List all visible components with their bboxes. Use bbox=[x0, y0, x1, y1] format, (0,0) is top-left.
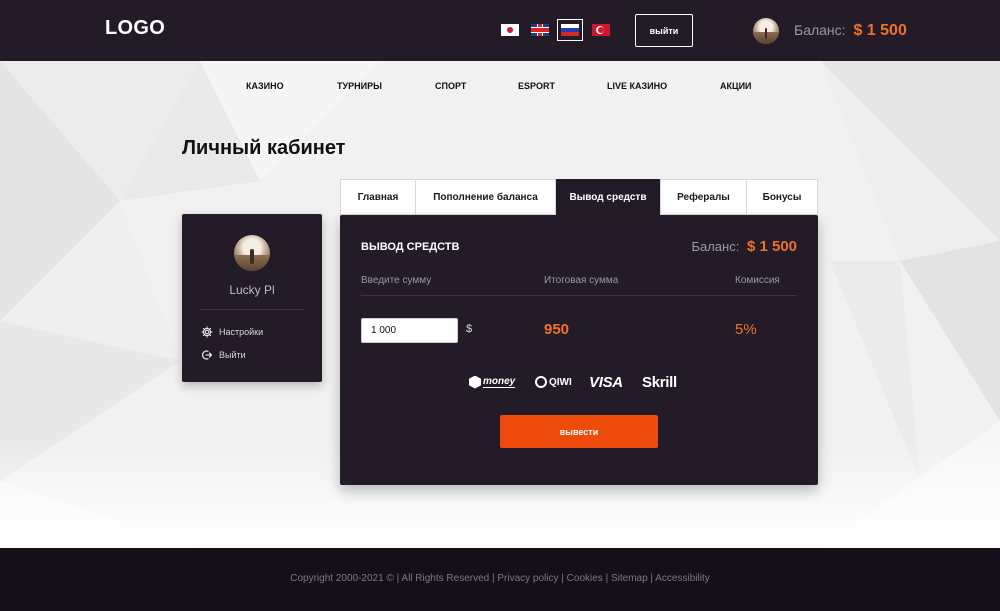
footer-copyright: Copyright 2000-2021 © | All Rights Reser… bbox=[290, 573, 498, 584]
tab-bonuses[interactable]: Бонусы bbox=[746, 179, 818, 215]
profile-divider bbox=[200, 309, 304, 310]
profile-logout-link[interactable]: Выйти bbox=[201, 348, 246, 362]
qiwi-label: QIWI bbox=[549, 376, 572, 388]
turkey-flag-icon bbox=[592, 24, 610, 36]
settings-link[interactable]: Настройки bbox=[201, 325, 263, 339]
footer: Copyright 2000-2021 © | All Rights Reser… bbox=[0, 548, 1000, 611]
skrill-payment-option[interactable]: Skrill bbox=[642, 372, 677, 392]
nav-item-promotions[interactable]: АКЦИИ bbox=[720, 81, 752, 91]
nav-item-casino[interactable]: КАЗИНО bbox=[246, 81, 284, 91]
gear-icon bbox=[201, 326, 213, 338]
yoomoney-icon bbox=[469, 375, 481, 389]
main-nav: КАЗИНО ТУРНИРЫ СПОРТ ESPORT LIVE КАЗИНО … bbox=[0, 81, 1000, 95]
site-logo[interactable]: LOGO bbox=[105, 17, 165, 40]
language-ja[interactable] bbox=[498, 19, 522, 41]
page-title: Личный кабинет bbox=[182, 137, 346, 159]
tab-referrals[interactable]: Рефералы bbox=[660, 179, 747, 215]
header-logout-button[interactable]: выйти bbox=[635, 14, 693, 47]
profile-name: Lucky Pl bbox=[229, 283, 275, 297]
nav-item-live-casino[interactable]: LIVE КАЗИНО bbox=[607, 81, 667, 91]
yoomoney-payment-option[interactable]: money bbox=[469, 372, 516, 392]
currency-symbol: $ bbox=[466, 323, 473, 335]
footer-link-cookies[interactable]: Cookies bbox=[567, 573, 603, 584]
top-bar: LOGO выйти Баланс: $ 1 500 bbox=[0, 0, 1000, 61]
withdraw-balance-value: $ 1 500 bbox=[746, 238, 797, 255]
header-avatar[interactable] bbox=[753, 18, 779, 44]
settings-link-label: Настройки bbox=[219, 327, 264, 337]
footer-link-accessibility[interactable]: Accessibility bbox=[655, 573, 709, 584]
language-en[interactable] bbox=[528, 19, 552, 41]
logout-icon bbox=[202, 350, 213, 360]
tab-withdraw[interactable]: Вывод средств bbox=[556, 179, 660, 215]
header-balance-value: $ 1 500 bbox=[853, 22, 907, 39]
total-amount: 950 bbox=[544, 321, 570, 338]
header-balance-label: Баланс: bbox=[794, 22, 846, 38]
japan-flag-icon bbox=[501, 24, 519, 36]
language-ru[interactable] bbox=[557, 19, 583, 41]
withdraw-balance-label: Баланс: bbox=[691, 239, 740, 254]
withdraw-submit-button[interactable]: вывести bbox=[500, 415, 658, 448]
yoomoney-label: money bbox=[483, 375, 516, 388]
visa-payment-option[interactable]: VISA bbox=[589, 372, 623, 392]
uk-flag-icon bbox=[531, 24, 549, 36]
header-balance: Баланс: $ 1 500 bbox=[794, 22, 907, 40]
payment-methods: money QIWI VISA Skrill bbox=[340, 372, 818, 392]
withdraw-title: ВЫВОД СРЕДСТВ bbox=[361, 241, 460, 253]
nav-item-esport[interactable]: ESPORT bbox=[518, 81, 555, 91]
tab-main[interactable]: Главная bbox=[340, 179, 416, 215]
nav-item-tournaments[interactable]: ТУРНИРЫ bbox=[337, 81, 382, 91]
withdraw-balance: Баланс: $ 1 500 bbox=[691, 238, 797, 255]
profile-card: Lucky Pl Настройки Выйти bbox=[182, 214, 322, 382]
qiwi-icon bbox=[535, 376, 547, 388]
total-column-header: Итоговая сумма bbox=[544, 275, 619, 286]
commission-value: 5% bbox=[735, 321, 757, 338]
commission-column-header: Комиссия bbox=[735, 275, 780, 286]
amount-input[interactable] bbox=[361, 318, 458, 343]
footer-link-sitemap[interactable]: Sitemap bbox=[611, 573, 648, 584]
footer-link-privacy[interactable]: Privacy policy bbox=[497, 573, 558, 584]
withdraw-panel: ВЫВОД СРЕДСТВ Баланс: $ 1 500 Введите су… bbox=[340, 215, 818, 485]
profile-avatar bbox=[234, 235, 270, 271]
withdraw-divider bbox=[361, 295, 797, 296]
amount-column-header: Введите сумму bbox=[361, 275, 432, 286]
qiwi-payment-option[interactable]: QIWI bbox=[535, 372, 572, 392]
nav-item-sport[interactable]: СПОРТ bbox=[435, 81, 466, 91]
profile-logout-label: Выйти bbox=[219, 350, 246, 360]
russia-flag-icon bbox=[561, 24, 579, 36]
footer-text: Copyright 2000-2021 © | All Rights Reser… bbox=[290, 573, 710, 584]
tab-deposit[interactable]: Пополнение баланса bbox=[415, 179, 556, 215]
language-tr[interactable] bbox=[589, 19, 613, 41]
